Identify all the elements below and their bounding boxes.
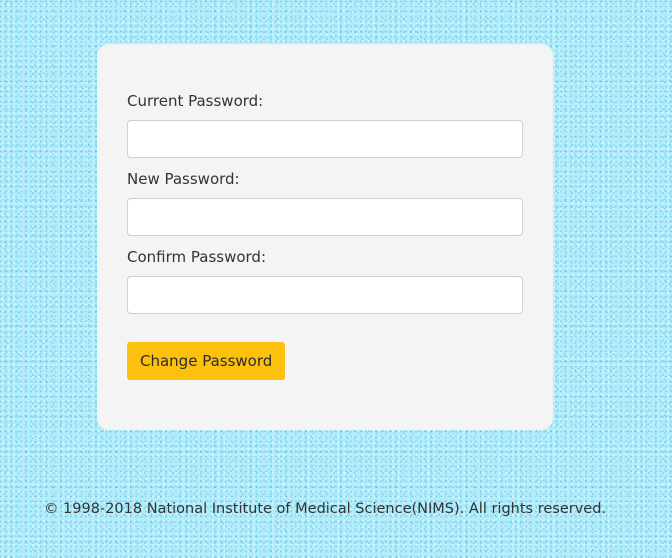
footer-copyright: © 1998-2018 National Institute of Medica… bbox=[43, 501, 607, 517]
confirm-password-label: Confirm Password: bbox=[127, 248, 267, 266]
current-password-input[interactable] bbox=[127, 120, 523, 158]
current-password-group: Current Password: bbox=[127, 92, 523, 158]
new-password-input[interactable] bbox=[127, 198, 523, 236]
new-password-label: New Password: bbox=[127, 170, 240, 188]
confirm-password-input[interactable] bbox=[127, 276, 523, 314]
current-password-label: Current Password: bbox=[127, 92, 264, 110]
confirm-password-group: Confirm Password: bbox=[127, 248, 523, 314]
change-password-button[interactable]: Change Password bbox=[127, 342, 286, 380]
new-password-group: New Password: bbox=[127, 170, 523, 236]
change-password-card: Current Password: New Password: Confirm … bbox=[97, 44, 553, 430]
